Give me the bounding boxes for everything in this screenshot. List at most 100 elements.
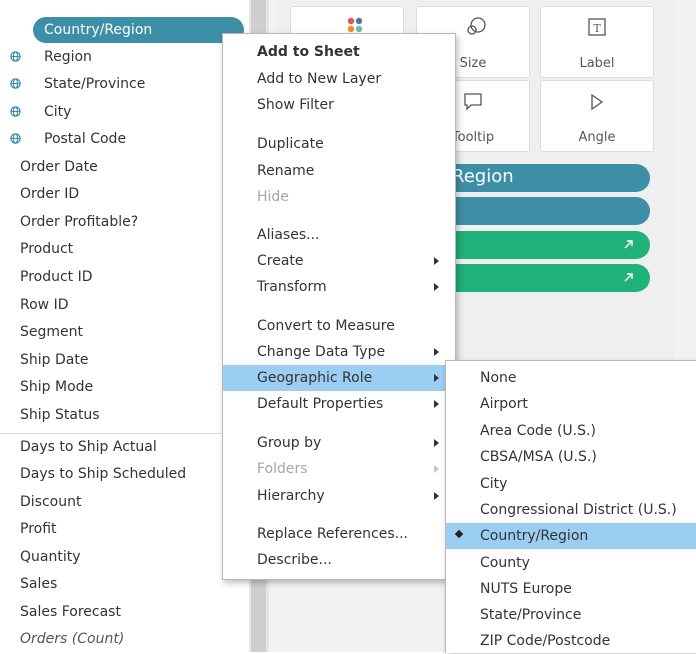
geo-role-state-province[interactable]: State/Province xyxy=(446,602,696,628)
field-postal-code[interactable]: Postal Code xyxy=(0,126,248,152)
field-context-menu: Add to Sheet Add to New Layer Show Filte… xyxy=(222,33,456,580)
angle-button[interactable]: Angle xyxy=(540,80,654,152)
menu-item-show-filter[interactable]: Show Filter xyxy=(223,92,455,118)
field-label: City xyxy=(44,104,72,120)
field-row-id[interactable]: Row ID xyxy=(0,292,248,318)
menu-item-group-by[interactable]: Group by xyxy=(223,430,455,456)
menu-item-folders[interactable]: Folders xyxy=(223,456,455,482)
field-city[interactable]: City xyxy=(0,99,248,125)
angle-icon xyxy=(591,93,604,111)
globe-icon xyxy=(10,106,21,117)
menu-item-label: Geographic Role xyxy=(257,370,373,386)
menu-item-create[interactable]: Create xyxy=(223,248,455,274)
field-label: Order Date xyxy=(20,159,98,175)
geo-role-area-code[interactable]: Area Code (U.S.) xyxy=(446,418,696,444)
submenu-arrow-icon xyxy=(434,283,439,291)
menu-item-label: Folders xyxy=(257,461,308,477)
field-label: Row ID xyxy=(20,297,69,313)
field-label: Order ID xyxy=(20,186,80,202)
menu-item-add-to-sheet[interactable]: Add to Sheet xyxy=(223,39,455,65)
menu-item-label: Country/Region xyxy=(480,528,589,544)
menu-item-change-data-type[interactable]: Change Data Type xyxy=(223,339,455,365)
field-ship-mode[interactable]: Ship Mode xyxy=(0,374,248,400)
field-region[interactable]: Region xyxy=(0,44,248,70)
field-state-province[interactable]: State/Province xyxy=(0,71,248,97)
submenu-arrow-icon xyxy=(434,348,439,356)
menu-item-label: County xyxy=(480,555,530,571)
checked-bullet-icon xyxy=(454,529,464,539)
submenu-arrow-icon xyxy=(434,465,439,473)
menu-item-label: State/Province xyxy=(480,607,582,623)
menu-item-default-properties[interactable]: Default Properties xyxy=(223,391,455,417)
menu-item-add-to-new-layer[interactable]: Add to New Layer xyxy=(223,66,455,92)
field-ship-date[interactable]: Ship Date xyxy=(0,347,248,373)
menu-item-label: Hierarchy xyxy=(257,488,325,504)
menu-item-label: Congressional District (U.S.) xyxy=(480,502,677,518)
menu-item-label: Add to New Layer xyxy=(257,71,382,87)
field-label: Product xyxy=(20,241,74,257)
menu-item-label: CBSA/MSA (U.S.) xyxy=(480,449,597,465)
geo-role-cbsa-msa[interactable]: CBSA/MSA (U.S.) xyxy=(446,444,696,470)
svg-text:T: T xyxy=(593,22,601,35)
field-label: Discount xyxy=(20,494,82,510)
geo-role-country-region[interactable]: Country/Region xyxy=(446,523,696,549)
menu-item-label: Rename xyxy=(257,163,315,179)
geo-role-airport[interactable]: Airport xyxy=(446,391,696,417)
field-product[interactable]: Product xyxy=(0,236,248,262)
menu-item-label: None xyxy=(480,370,517,386)
field-days-to-ship-scheduled[interactable]: Days to Ship Scheduled xyxy=(0,461,248,487)
geo-role-city[interactable]: City xyxy=(446,471,696,497)
field-segment[interactable]: Segment xyxy=(0,319,248,345)
menu-item-label: Create xyxy=(257,253,304,269)
field-ship-status[interactable]: Ship Status xyxy=(0,402,248,428)
field-days-to-ship-actual[interactable]: Days to Ship Actual xyxy=(0,434,248,460)
field-order-id[interactable]: Order ID xyxy=(0,181,248,207)
label-button[interactable]: T Label xyxy=(540,6,654,78)
field-discount[interactable]: Discount xyxy=(0,489,248,515)
menu-item-label: Replace References... xyxy=(257,526,408,542)
field-label: Ship Date xyxy=(20,352,89,368)
menu-item-label: Airport xyxy=(480,396,528,412)
menu-item-convert-to-measure[interactable]: Convert to Measure xyxy=(223,313,455,339)
menu-item-describe[interactable]: Describe... xyxy=(223,547,455,573)
geo-role-nuts-europe[interactable]: NUTS Europe xyxy=(446,576,696,602)
geo-role-zip-code[interactable]: ZIP Code/Postcode xyxy=(446,628,696,654)
continuous-measure-icon xyxy=(624,240,633,249)
geographic-role-submenu: None Airport Area Code (U.S.) CBSA/MSA (… xyxy=(445,360,696,653)
field-profit[interactable]: Profit xyxy=(0,516,248,542)
field-sales[interactable]: Sales xyxy=(0,571,248,597)
field-label: Postal Code xyxy=(44,131,127,147)
field-label: Profit xyxy=(20,521,57,537)
menu-item-label: Show Filter xyxy=(257,97,334,113)
menu-item-replace-references[interactable]: Replace References... xyxy=(223,521,455,547)
field-order-profitable[interactable]: Order Profitable? xyxy=(0,209,248,235)
menu-item-label: Default Properties xyxy=(257,396,384,412)
field-order-date[interactable]: Order Date xyxy=(0,154,248,180)
menu-item-aliases[interactable]: Aliases... xyxy=(223,222,455,248)
geo-role-none[interactable]: None xyxy=(446,365,696,391)
field-quantity[interactable]: Quantity xyxy=(0,544,248,570)
geo-role-county[interactable]: County xyxy=(446,550,696,576)
field-orders-count[interactable]: Orders (Count) xyxy=(0,626,248,652)
menu-item-geographic-role[interactable]: Geographic Role xyxy=(223,365,455,391)
field-label: Order Profitable? xyxy=(20,214,139,230)
submenu-arrow-icon xyxy=(434,374,439,382)
menu-item-duplicate[interactable]: Duplicate xyxy=(223,131,455,157)
geo-role-congressional-district[interactable]: Congressional District (U.S.) xyxy=(446,497,696,523)
field-label: Days to Ship Actual xyxy=(20,439,157,455)
label-icon: T xyxy=(588,18,606,36)
field-sales-forecast[interactable]: Sales Forecast xyxy=(0,599,248,625)
angle-label: Angle xyxy=(578,130,616,145)
globe-icon xyxy=(10,51,21,62)
menu-item-rename[interactable]: Rename xyxy=(223,158,455,184)
field-product-id[interactable]: Product ID xyxy=(0,264,248,290)
menu-item-label: Describe... xyxy=(257,552,332,568)
menu-item-hide[interactable]: Hide xyxy=(223,184,455,210)
field-country-region[interactable]: Country/Region xyxy=(0,17,248,43)
field-label: Country/Region xyxy=(44,22,153,38)
menu-item-label: Area Code (U.S.) xyxy=(480,423,596,439)
menu-item-label: Transform xyxy=(257,279,327,295)
menu-item-transform[interactable]: Transform xyxy=(223,274,455,300)
menu-item-label: Convert to Measure xyxy=(257,318,395,334)
menu-item-hierarchy[interactable]: Hierarchy xyxy=(223,483,455,509)
